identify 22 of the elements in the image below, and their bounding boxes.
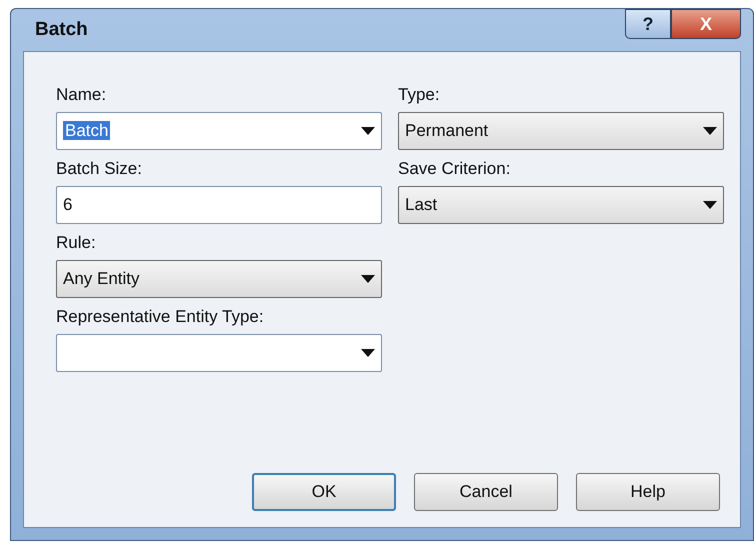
text-field[interactable]: 6 [56, 186, 382, 224]
dialog-button[interactable]: OK [252, 473, 396, 511]
field-label: Batch Size: [56, 158, 143, 180]
dropdown[interactable]: Permanent [398, 112, 724, 150]
dropdown[interactable]: Last [398, 186, 724, 224]
field-label: Representative Entity Type: [56, 306, 265, 328]
caret-icon [361, 349, 375, 357]
field-label: Name: [56, 84, 108, 106]
combo-box[interactable]: Batch [56, 112, 382, 150]
window-title: Batch [34, 18, 88, 42]
caret-icon [703, 127, 717, 135]
field-label: Rule: [56, 232, 97, 254]
caret-icon [361, 127, 375, 135]
caret-icon [361, 275, 375, 283]
combo-box[interactable] [56, 334, 382, 372]
caret-icon [703, 201, 717, 209]
dialog-button[interactable]: Help [576, 473, 720, 511]
help-button[interactable]: ? [625, 9, 671, 39]
dialog-button[interactable]: Cancel [414, 473, 558, 511]
dropdown[interactable]: Any Entity [56, 260, 382, 298]
field-label: Save Criterion: [398, 158, 512, 180]
field-label: Type: [398, 84, 441, 106]
